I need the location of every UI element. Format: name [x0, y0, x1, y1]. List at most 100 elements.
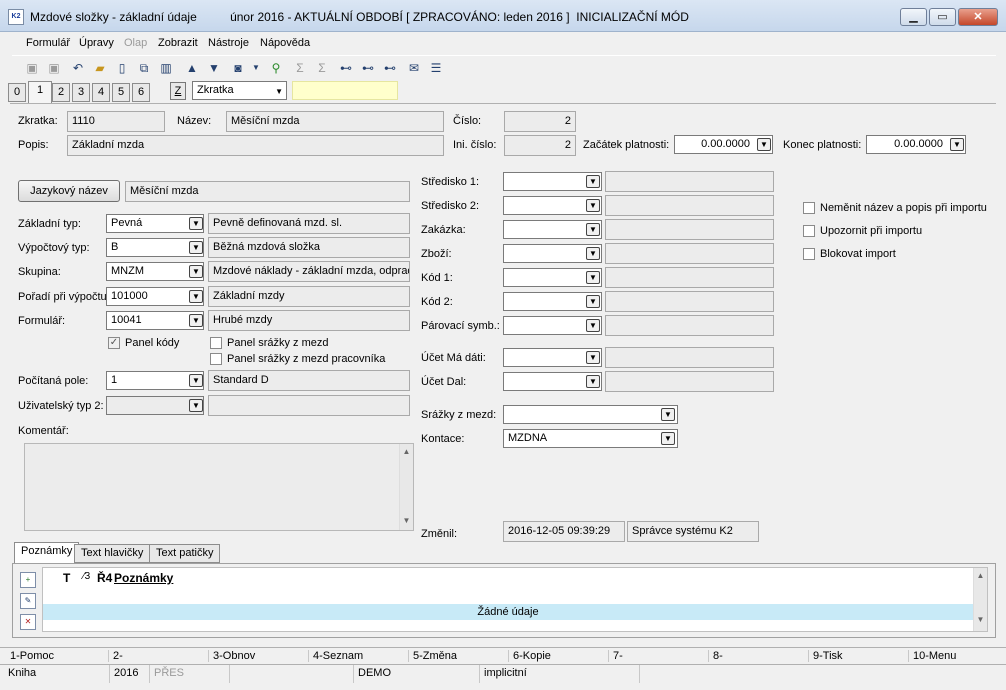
- camera-icon[interactable]: ◙: [230, 60, 246, 76]
- col-row-header[interactable]: Ř4: [97, 571, 112, 585]
- kontace-combo[interactable]: MZDNA: [503, 429, 678, 448]
- chevron-down-icon[interactable]: ▼: [189, 241, 203, 254]
- arrow-up-icon[interactable]: ▲: [184, 60, 200, 76]
- zbozi-desc: [605, 243, 774, 264]
- menu-zobrazit[interactable]: Zobrazit: [158, 37, 198, 49]
- chevron-down-icon[interactable]: ▼: [189, 217, 203, 230]
- fkey-6[interactable]: 6-Kopie: [508, 650, 608, 662]
- filter-icon[interactable]: ⚲: [268, 60, 284, 76]
- chevron-down-icon[interactable]: ▼: [189, 314, 203, 327]
- jazykovy-nazev-field[interactable]: Měsíční mzda: [125, 181, 410, 202]
- notes-scrollbar[interactable]: ▲ ▼: [973, 568, 987, 631]
- fkey-10[interactable]: 10-Menu: [908, 650, 1000, 662]
- blokovat-import-checkbox[interactable]: [803, 248, 815, 260]
- save-icon[interactable]: ▣: [24, 60, 40, 76]
- chevron-down-icon[interactable]: ▼: [189, 265, 203, 278]
- panel-srazky-pracovnika-checkbox[interactable]: [210, 353, 222, 365]
- arrow-down-icon[interactable]: ▼: [206, 60, 222, 76]
- book-icon[interactable]: ▥: [158, 60, 174, 76]
- menu-nastroje[interactable]: Nástroje: [208, 37, 249, 49]
- kod1-desc: [605, 267, 774, 288]
- sigma-filter-icon[interactable]: Σ: [314, 60, 330, 76]
- komentar-textarea[interactable]: ▲ ▼: [24, 443, 414, 531]
- fkey-4[interactable]: 4-Seznam: [308, 650, 408, 662]
- tab-4[interactable]: 4: [92, 83, 110, 102]
- chevron-down-icon[interactable]: ▼: [586, 271, 600, 284]
- sigma-icon[interactable]: Σ: [292, 60, 308, 76]
- chevron-down-icon[interactable]: ▼: [757, 138, 771, 151]
- list-icon[interactable]: ☰: [428, 60, 444, 76]
- save-as-icon[interactable]: ▣: [46, 60, 62, 76]
- tab-poznamky[interactable]: Poznámky: [14, 542, 80, 563]
- fkey-8[interactable]: 8-: [708, 650, 808, 662]
- maximize-button[interactable]: ▭: [929, 8, 956, 26]
- sort-combo[interactable]: Zkratka ▼: [192, 81, 287, 100]
- chevron-down-icon[interactable]: ▼: [661, 408, 675, 421]
- fkey-9[interactable]: 9-Tisk: [808, 650, 908, 662]
- chevron-down-icon[interactable]: ▼: [586, 295, 600, 308]
- chevron-down-icon[interactable]: ▼: [586, 375, 600, 388]
- menu-olap[interactable]: Olap: [124, 37, 147, 49]
- chevron-down-icon[interactable]: ▼: [661, 432, 675, 445]
- undo-icon[interactable]: ↶: [70, 60, 86, 76]
- menu-formular[interactable]: Formulář: [26, 37, 70, 49]
- fkey-2[interactable]: 2-: [108, 650, 208, 662]
- fkey-5[interactable]: 5-Změna: [408, 650, 508, 662]
- tab-text-hlavicky[interactable]: Text hlavičky: [74, 544, 151, 563]
- menu-napoveda[interactable]: Nápověda: [260, 37, 310, 49]
- comment-scrollbar[interactable]: ▲ ▼: [399, 444, 413, 530]
- nazev-field[interactable]: Měsíční mzda: [226, 111, 444, 132]
- chevron-down-icon[interactable]: ▼: [586, 319, 600, 332]
- popis-field[interactable]: Základní mzda: [67, 135, 444, 156]
- ini-cislo-label: Ini. číslo:: [453, 139, 497, 151]
- chevron-down-icon[interactable]: ▼: [586, 351, 600, 364]
- chevron-down-icon[interactable]: ▼: [586, 247, 600, 260]
- col-3-header[interactable]: ⁄3: [83, 571, 90, 582]
- chevron-down-icon[interactable]: ▼: [189, 399, 203, 412]
- new-document-icon[interactable]: ▯: [114, 60, 130, 76]
- close-button[interactable]: ✕: [958, 8, 998, 26]
- upozornit-checkbox[interactable]: [803, 225, 815, 237]
- panel-kody-checkbox[interactable]: ✓: [108, 337, 120, 349]
- chevron-down-icon[interactable]: ▼: [189, 374, 203, 387]
- status-kniha: Kniha: [4, 665, 110, 683]
- srazky-z-mezd-combo[interactable]: [503, 405, 678, 424]
- binoculars-next-icon[interactable]: ⊷: [382, 60, 398, 76]
- chevron-down-icon[interactable]: ▼: [586, 175, 600, 188]
- mail-icon[interactable]: ✉: [406, 60, 422, 76]
- binoculars-prev-icon[interactable]: ⊷: [360, 60, 376, 76]
- delete-note-icon[interactable]: ✕: [20, 614, 36, 630]
- copy-icon[interactable]: ⧉: [136, 60, 152, 76]
- fkey-3[interactable]: 3-Obnov: [208, 650, 308, 662]
- chevron-down-icon[interactable]: ▼: [586, 199, 600, 212]
- chevron-down-icon[interactable]: ▼: [189, 290, 203, 303]
- panel-srazky-checkbox[interactable]: [210, 337, 222, 349]
- chevron-down-icon[interactable]: ▼: [950, 138, 964, 151]
- minimize-button[interactable]: ▁: [900, 8, 927, 26]
- menu-upravy[interactable]: Úpravy: [79, 37, 114, 49]
- jazykovy-nazev-button[interactable]: Jazykový název: [18, 180, 120, 202]
- chevron-down-icon[interactable]: ▼: [248, 60, 264, 76]
- tab-text-paticky[interactable]: Text patičky: [149, 544, 221, 563]
- tab-1[interactable]: 1: [28, 81, 52, 103]
- tab-3[interactable]: 3: [72, 83, 90, 102]
- chevron-down-icon[interactable]: ▼: [586, 223, 600, 236]
- binoculars-icon[interactable]: ⊷: [338, 60, 354, 76]
- cislo-field[interactable]: 2: [504, 111, 576, 132]
- tab-6[interactable]: 6: [132, 83, 150, 102]
- zkratka-sort-button[interactable]: Z: [170, 82, 186, 100]
- tab-5[interactable]: 5: [112, 83, 130, 102]
- open-folder-icon[interactable]: ▰: [92, 60, 108, 76]
- ini-cislo-field[interactable]: 2: [504, 135, 576, 156]
- tab-2[interactable]: 2: [52, 83, 70, 102]
- zkratka-field[interactable]: 1110: [67, 111, 165, 132]
- col-poznamky-header[interactable]: Poznámky: [114, 571, 173, 585]
- fkey-1[interactable]: 1-Pomoc: [6, 650, 106, 662]
- col-type-header[interactable]: T: [63, 571, 70, 585]
- edit-note-icon[interactable]: ✎: [20, 593, 36, 609]
- fkey-7[interactable]: 7-: [608, 650, 708, 662]
- quick-search-field[interactable]: [292, 81, 398, 100]
- nemenit-nazev-checkbox[interactable]: [803, 202, 815, 214]
- add-note-icon[interactable]: +: [20, 572, 36, 588]
- tab-0[interactable]: 0: [8, 83, 26, 102]
